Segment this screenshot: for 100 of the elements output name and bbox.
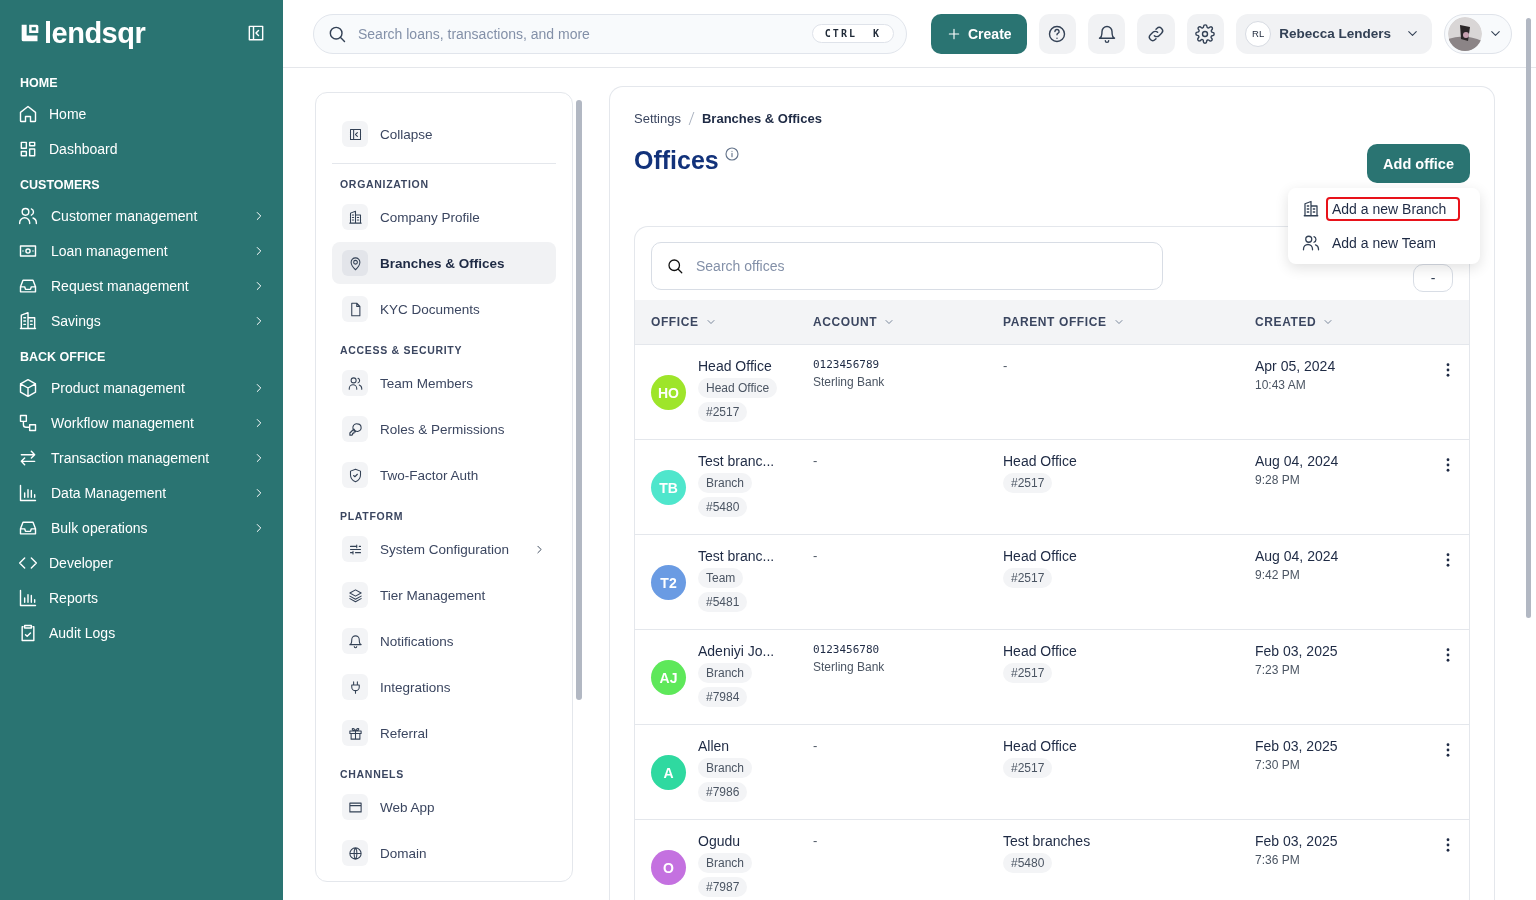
sidebar-item[interactable]: Audit Logs (0, 615, 283, 650)
columns-button[interactable]: - (1413, 264, 1453, 292)
settings-menu-item[interactable]: System Configuration (332, 528, 556, 570)
empty-value: - (1003, 358, 1008, 373)
building-icon (18, 310, 38, 331)
more-icon[interactable] (1446, 838, 1450, 852)
settings-menu-item[interactable]: Two-Factor Auth (332, 454, 556, 496)
settings-menu-item[interactable]: Tier Management (332, 574, 556, 616)
more-icon[interactable] (1446, 553, 1450, 567)
sidebar-item[interactable]: Data Management (0, 475, 283, 510)
sidebar-item[interactable]: Loan management (0, 233, 283, 268)
sidebar-item[interactable]: Product management (0, 370, 283, 405)
bar-chart-icon (18, 587, 38, 608)
sidebar-item[interactable]: Home (0, 96, 283, 131)
sidebar-item[interactable]: Reports (0, 580, 283, 615)
layers-icon (342, 582, 368, 608)
sidebar-item[interactable]: Developer (0, 545, 283, 580)
settings-button[interactable] (1186, 13, 1225, 54)
settings-menu-item[interactable]: Notifications (332, 620, 556, 662)
user-initials: RL (1245, 20, 1272, 47)
more-icon[interactable] (1446, 458, 1450, 472)
created-time: 9:42 PM (1255, 568, 1300, 582)
sidebar-item[interactable]: Customer management (0, 198, 283, 233)
map-pin-icon (342, 250, 368, 276)
info-icon[interactable] (723, 146, 740, 162)
sidebar-item[interactable]: Transaction management (0, 440, 283, 475)
breadcrumb-link[interactable]: Settings (634, 111, 681, 126)
created-time: 7:30 PM (1255, 758, 1300, 772)
settings-menu-item[interactable]: Referral (332, 712, 556, 754)
create-button[interactable]: Create (931, 13, 1027, 54)
sidebar-item[interactable]: Workflow management (0, 405, 283, 440)
building-icon (342, 204, 368, 230)
search-icon (666, 257, 684, 275)
users-icon (342, 370, 368, 396)
office-name: Test branc... (698, 548, 775, 564)
sidebar-item[interactable]: Request management (0, 268, 283, 303)
code-tag: #5480 (1003, 853, 1053, 873)
notifications-button[interactable] (1088, 13, 1126, 54)
account-switcher[interactable]: RL Rebecca Lenders (1236, 13, 1432, 54)
created-date: Aug 04, 2024 (1255, 548, 1339, 564)
column-header[interactable]: ACCOUNT (797, 315, 987, 329)
add-office-button[interactable]: Add office (1367, 144, 1470, 183)
type-tag: Branch (698, 473, 753, 493)
created-time: 10:43 AM (1255, 378, 1306, 392)
gift-icon (342, 720, 368, 746)
settings-menu-item[interactable]: Company Profile (332, 196, 556, 238)
avatar: A (651, 755, 686, 790)
menu-item[interactable]: Add a new Team (1302, 226, 1472, 260)
created-time: 9:28 PM (1255, 473, 1300, 487)
profile-button[interactable] (1443, 13, 1512, 54)
more-icon[interactable] (1446, 743, 1450, 757)
code-tag: #5481 (698, 592, 748, 612)
sidebar-item[interactable]: Savings (0, 303, 283, 338)
office-name: Head Office (698, 358, 772, 374)
empty-value: - (813, 738, 818, 753)
section-heading: ACCESS & SECURITY (339, 344, 464, 356)
parent-office: Head Office (1003, 453, 1077, 469)
created-date: Apr 05, 2024 (1255, 358, 1336, 374)
settings-menu-item[interactable]: Roles & Permissions (332, 408, 556, 450)
menu-item[interactable]: Add a new Branch (1302, 192, 1472, 226)
more-icon[interactable] (1446, 363, 1450, 377)
code-tag: #5480 (698, 497, 748, 517)
menu-item-label: Add a new Team (1331, 234, 1438, 253)
document-icon (342, 296, 368, 322)
parent-office: Head Office (1003, 548, 1077, 564)
settings-menu-item[interactable]: Team Members (332, 362, 556, 404)
home-icon (18, 103, 38, 124)
office-name: Allen (698, 738, 730, 754)
empty-value: - (813, 833, 818, 848)
column-header[interactable]: OFFICE (635, 315, 797, 329)
section-heading: ORGANIZATION (339, 178, 430, 190)
settings-menu-item[interactable]: Branches & Offices (332, 242, 556, 284)
code-tag: #2517 (698, 402, 748, 422)
section-heading: BACK OFFICE (19, 350, 107, 364)
link-button[interactable] (1137, 13, 1175, 54)
sidebar-item[interactable]: Dashboard (0, 131, 283, 166)
settings-menu-item[interactable]: Web App (332, 786, 556, 828)
created-date: Feb 03, 2025 (1255, 833, 1338, 849)
settings-menu-item[interactable]: Integrations (332, 666, 556, 708)
collapse-button[interactable]: Collapse (332, 113, 556, 155)
avatar: HO (651, 375, 686, 410)
settings-menu-item[interactable]: Domain (332, 832, 556, 874)
type-tag: Branch (698, 853, 753, 873)
help-button[interactable] (1038, 13, 1076, 54)
building-icon (1302, 200, 1320, 218)
section-heading: HOME (19, 76, 59, 90)
sidebar-item[interactable]: Bulk operations (0, 510, 283, 545)
section-heading: CUSTOMERS (19, 178, 101, 192)
column-header[interactable]: PARENT OFFICE (987, 315, 1239, 329)
code-tag: #7987 (698, 877, 748, 897)
menu-item-label: Add a new Branch (1326, 197, 1461, 221)
sliders-icon (342, 536, 368, 562)
column-header[interactable]: CREATED (1239, 315, 1427, 329)
search-field[interactable]: Search loans, transactions, and more CTRL K (313, 13, 907, 54)
more-icon[interactable] (1446, 648, 1450, 662)
code-tag: #7984 (698, 687, 748, 707)
code-tag: #7986 (698, 782, 748, 802)
sidebar-collapse-icon[interactable] (246, 23, 266, 43)
settings-menu-item[interactable]: KYC Documents (332, 288, 556, 330)
empty-value: - (813, 548, 818, 563)
